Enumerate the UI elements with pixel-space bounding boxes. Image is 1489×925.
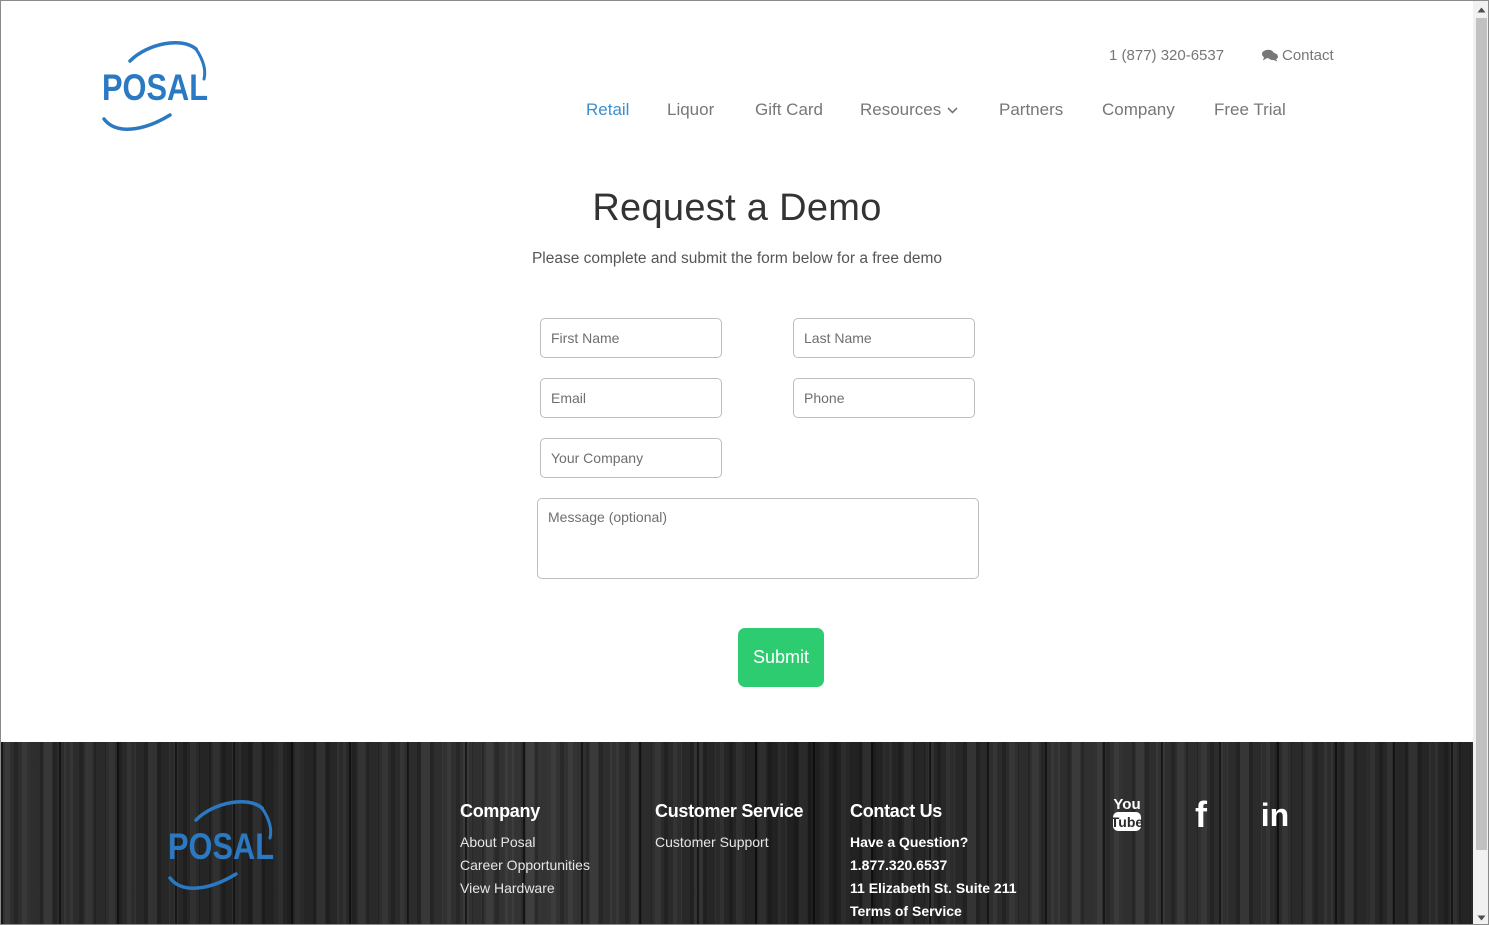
page: POSAL 1 (877) 320-6537 Contact Retail Li… (1, 1, 1473, 924)
footer-customer-service-column: Customer Service Customer Support (655, 801, 804, 854)
footer-link-about[interactable]: About Posal (460, 831, 590, 854)
page-title: Request a Demo (592, 187, 882, 229)
svg-text:f: f (1195, 795, 1208, 833)
footer-terms-link[interactable]: Terms of Service (850, 900, 1017, 923)
footer-company-heading: Company (460, 801, 540, 821)
vertical-scrollbar[interactable] (1473, 1, 1488, 924)
footer-address: 11 Elizabeth St. Suite 211 (850, 880, 1017, 896)
footer-company-column: Company About Posal Career Opportunities… (460, 801, 590, 900)
company-field[interactable] (540, 438, 722, 478)
scroll-up-arrow-icon[interactable] (1473, 1, 1488, 18)
svg-text:in: in (1261, 797, 1289, 833)
browser-viewport: POSAL 1 (877) 320-6537 Contact Retail Li… (0, 0, 1489, 925)
linkedin-icon[interactable]: in (1257, 795, 1293, 833)
svg-text:You: You (1113, 796, 1140, 813)
nav-item-gift-card[interactable]: Gift Card (755, 100, 823, 120)
nav-item-resources-label: Resources (860, 100, 942, 119)
first-name-field[interactable] (540, 318, 722, 358)
scroll-down-arrow-icon[interactable] (1473, 909, 1488, 924)
youtube-icon[interactable]: You Tube (1111, 795, 1143, 833)
chevron-down-icon (947, 107, 958, 114)
site-footer: POSAL Company About Posal Career Opportu… (1, 742, 1473, 924)
nav-item-retail[interactable]: Retail (586, 100, 629, 120)
email-field[interactable] (540, 378, 722, 418)
message-field[interactable] (537, 498, 979, 579)
header-phone-link[interactable]: 1 (877) 320-6537 (1109, 47, 1224, 64)
page-subtitle: Please complete and submit the form belo… (531, 250, 943, 267)
footer-phone-link[interactable]: 1.877.320.6537 (850, 854, 1017, 877)
svg-text:Tube: Tube (1111, 814, 1143, 830)
facebook-icon[interactable]: f (1190, 795, 1212, 833)
chat-bubbles-icon (1262, 49, 1278, 62)
submit-button[interactable]: Submit (738, 628, 824, 687)
main-nav: Retail Liquor Gift Card Resources Partne… (1, 100, 1473, 122)
footer-question-text: Have a Question? (850, 834, 969, 850)
footer-link-hardware[interactable]: View Hardware (460, 877, 590, 900)
header-contact-link[interactable]: Contact (1262, 47, 1334, 64)
nav-item-partners[interactable]: Partners (999, 100, 1063, 120)
last-name-field[interactable] (793, 318, 975, 358)
footer-link-careers[interactable]: Career Opportunities (460, 854, 590, 877)
phone-field[interactable] (793, 378, 975, 418)
footer-posal-logo[interactable]: POSAL (166, 798, 278, 894)
nav-item-resources[interactable]: Resources (860, 100, 958, 120)
footer-customer-service-heading: Customer Service (655, 801, 804, 821)
footer-contact-heading: Contact Us (850, 801, 943, 821)
scrollbar-thumb[interactable] (1476, 18, 1487, 850)
footer-logo-text: POSAL (168, 826, 274, 867)
nav-item-company[interactable]: Company (1102, 100, 1175, 120)
nav-item-liquor[interactable]: Liquor (667, 100, 714, 120)
footer-link-support[interactable]: Customer Support (655, 831, 803, 854)
nav-item-free-trial[interactable]: Free Trial (1214, 100, 1286, 120)
footer-contact-column: Contact Us Have a Question? 1.877.320.65… (850, 801, 1017, 923)
header-contact-label: Contact (1282, 47, 1334, 64)
